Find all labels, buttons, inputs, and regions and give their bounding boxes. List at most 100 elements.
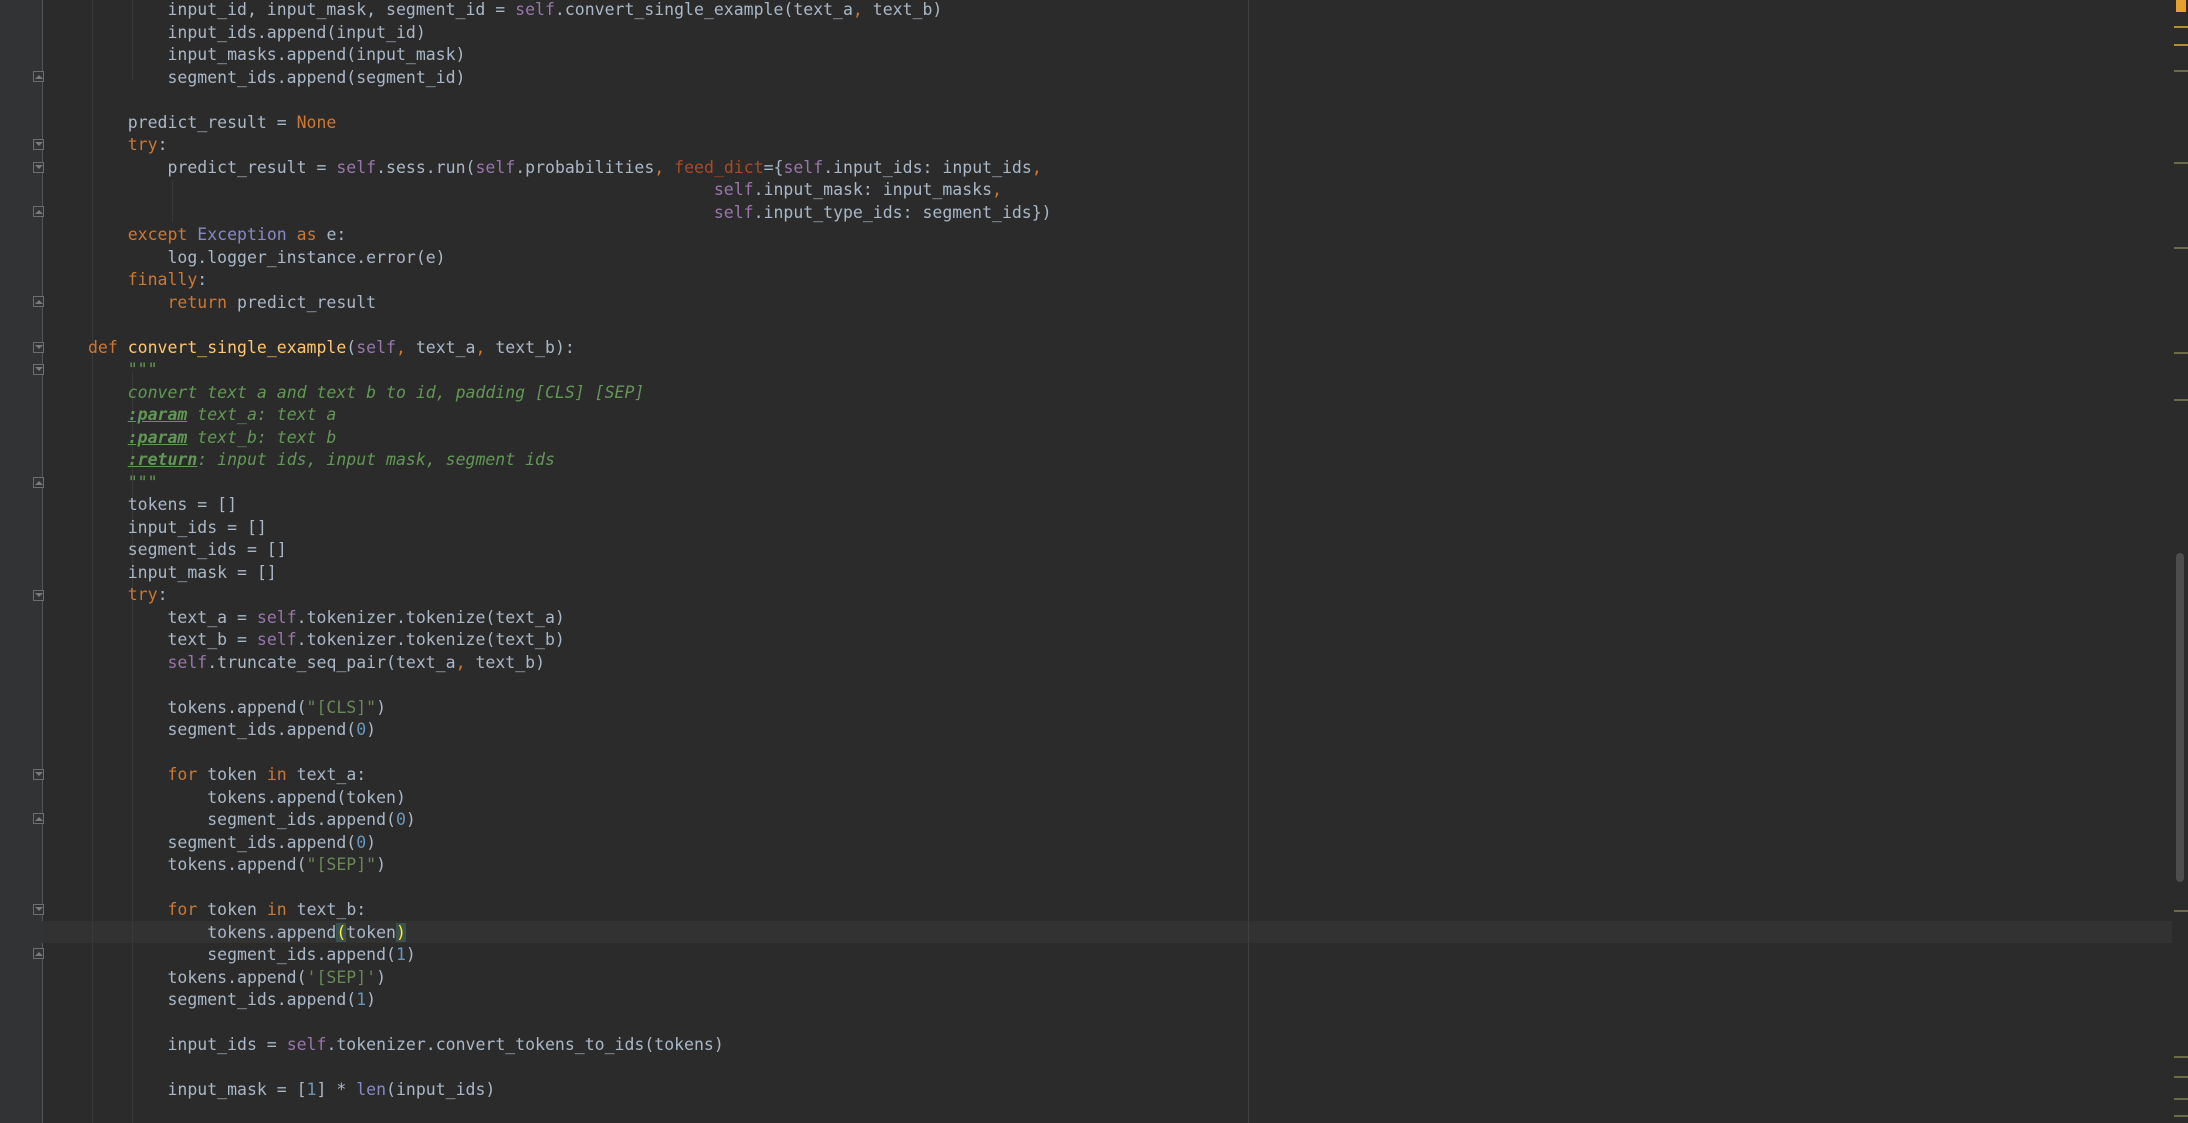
warning-marker[interactable] (2174, 399, 2188, 401)
warning-marker[interactable] (2174, 162, 2188, 164)
code-line[interactable]: segment_ids.append(1) (88, 989, 376, 1012)
code-token: self (167, 652, 208, 672)
code-token: , (654, 157, 675, 177)
warning-marker[interactable] (2174, 910, 2188, 912)
code-token: segment_ids.append( (88, 832, 357, 852)
code-token: self (356, 337, 396, 357)
code-line[interactable]: input_ids = [] (88, 517, 267, 540)
scrollbar-thumb[interactable] (2176, 553, 2184, 882)
code-token: 0 (356, 832, 367, 852)
code-line[interactable]: segment_ids.append(0) (88, 832, 376, 855)
code-line[interactable]: input_mask = [] (88, 562, 277, 585)
code-token: , (475, 337, 496, 357)
code-token: ] * (316, 1080, 357, 1099)
warning-marker[interactable] (2174, 1098, 2188, 1100)
code-line[interactable]: try: (88, 584, 168, 607)
code-line[interactable]: tokens.append(token) (88, 922, 406, 945)
warning-marker[interactable] (2174, 247, 2188, 249)
code-token: segment_ids.append( (88, 720, 357, 739)
code-token: """ (127, 360, 158, 379)
code-line[interactable]: input_ids.append(input_id) (88, 22, 425, 45)
code-token: :param (127, 405, 188, 424)
code-line[interactable]: finally: (88, 269, 207, 292)
code-line[interactable]: convert text a and text b to id, padding… (88, 382, 645, 405)
warning-marker[interactable] (2174, 26, 2188, 28)
code-line[interactable]: input_mask = [1] * len(input_ids) (88, 1079, 495, 1102)
code-line[interactable]: text_a = self.tokenizer.tokenize(text_a) (88, 607, 565, 630)
code-token: .convert_single_example(text_a (554, 0, 853, 19)
code-token: token (207, 900, 267, 919)
code-line[interactable]: tokens.append(token) (88, 787, 406, 810)
code-token: tokens.append( (88, 697, 307, 717)
warning-marker[interactable] (2174, 1076, 2188, 1078)
code-token: text_b: text b (187, 427, 337, 447)
code-token: feed_dict (674, 157, 764, 177)
code-token: input_ids = (88, 1035, 287, 1054)
code-line[interactable]: self.truncate_seq_pair(text_a, text_b) (88, 652, 545, 675)
code-token: segment_ids.append(segment_id) (88, 67, 466, 87)
code-line[interactable]: segment_ids.append(segment_id) (88, 67, 466, 90)
code-token: ) (366, 990, 377, 1009)
code-token: , (1031, 157, 1042, 177)
code-token: self (475, 157, 516, 177)
code-editor[interactable]: input_id, input_mask, segment_id = self.… (42, 0, 2172, 1123)
code-token: ) (376, 855, 387, 874)
code-line[interactable]: input_ids = self.tokenizer.convert_token… (88, 1034, 723, 1057)
code-token: text_a: (296, 765, 367, 784)
code-token: self (515, 0, 555, 19)
code-line[interactable]: input_id, input_mask, segment_id = self.… (88, 0, 942, 22)
code-token: token (346, 922, 396, 942)
code-line[interactable]: self.input_type_ids: segment_ids}) (88, 202, 1052, 225)
warning-marker[interactable] (2174, 352, 2188, 354)
code-line[interactable]: predict_result = self.sess.run(self.prob… (88, 157, 1042, 180)
code-line[interactable]: """ (88, 359, 158, 382)
code-line[interactable]: :return: input ids, input mask, segment … (88, 449, 555, 472)
code-line[interactable]: for token in text_a: (88, 764, 366, 787)
code-line[interactable]: self.input_mask: input_masks, (88, 179, 1002, 202)
code-token: tokens.append (88, 922, 337, 942)
code-token: "[SEP]" (306, 855, 377, 874)
code-token: 1 (356, 990, 367, 1009)
code-token: predict_result = (88, 112, 297, 132)
code-line[interactable]: segment_ids = [] (88, 539, 287, 562)
code-token: , (455, 652, 476, 672)
code-token: : input ids, input mask, segment ids (197, 450, 555, 469)
code-line[interactable]: except Exception as e: (88, 224, 347, 247)
code-line[interactable]: input_masks.append(input_mask) (88, 44, 465, 67)
code-token: .tokenizer.tokenize(text_b) (296, 630, 565, 649)
code-line[interactable]: return predict_result (88, 292, 376, 315)
warning-marker[interactable] (2174, 44, 2188, 46)
code-line[interactable]: segment_ids.append(0) (88, 809, 416, 832)
code-line[interactable]: segment_ids.append(1) (88, 944, 416, 967)
code-line[interactable]: text_b = self.tokenizer.tokenize(text_b) (88, 629, 565, 652)
warning-marker[interactable] (2174, 1056, 2188, 1058)
warning-marker[interactable] (2174, 1115, 2188, 1117)
code-line[interactable]: try: (88, 134, 168, 157)
warning-marker[interactable] (2174, 70, 2188, 72)
code-line[interactable]: tokens.append("[CLS]") (88, 697, 386, 720)
warning-marker[interactable] (2176, 0, 2186, 12)
code-line[interactable]: """ (88, 472, 158, 495)
code-line[interactable]: tokens.append('[SEP]') (88, 967, 386, 990)
vertical-scrollbar[interactable] (2172, 0, 2188, 1123)
code-token: text_b): (495, 337, 575, 357)
code-line[interactable]: for token in text_b: (88, 899, 366, 922)
code-token: 0 (356, 720, 367, 739)
code-line[interactable]: segment_ids.append(0) (88, 719, 376, 742)
code-line[interactable]: :param text_a: text a (88, 404, 337, 427)
code-line[interactable]: predict_result = None (88, 112, 337, 135)
code-token: (input_ids) (386, 1080, 496, 1099)
code-token: tokens.append( (88, 855, 307, 874)
code-line[interactable]: log.logger_instance.error(e) (88, 247, 445, 270)
code-token: , (992, 180, 1002, 199)
code-line[interactable]: def convert_single_example(self, text_a,… (88, 337, 575, 360)
code-token: ) (376, 967, 387, 987)
code-token: : (157, 135, 168, 154)
code-token: .tokenizer.tokenize(text_a) (296, 607, 565, 627)
code-line[interactable]: tokens.append("[SEP]") (88, 854, 386, 877)
code-line[interactable]: tokens = [] (88, 494, 237, 517)
code-line[interactable]: :param text_b: text b (88, 427, 337, 450)
